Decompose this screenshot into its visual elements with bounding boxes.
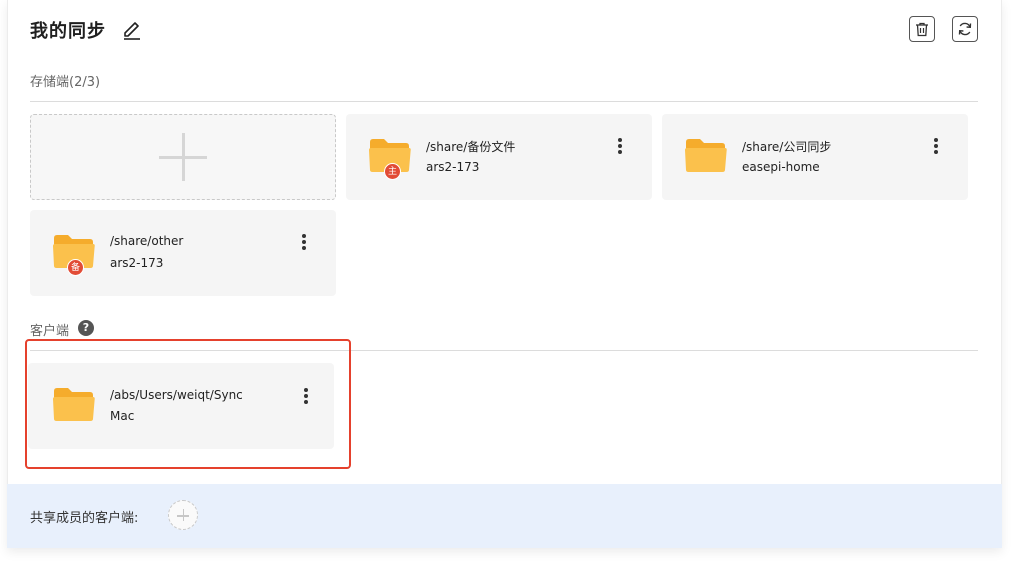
storage-host: easepi-home xyxy=(742,160,820,174)
storage-host: ars2-173 xyxy=(426,160,480,174)
add-shared-client-button[interactable] xyxy=(168,500,198,530)
sync-button[interactable] xyxy=(952,16,978,42)
refresh-icon xyxy=(958,22,972,36)
storage-divider xyxy=(30,101,978,102)
client-section-label: 客户端 xyxy=(30,324,70,339)
storage-card[interactable]: 主 /share/备份文件 ars2-173 xyxy=(346,114,652,200)
storage-path: /share/公司同步 xyxy=(742,140,832,154)
more-options-icon[interactable] xyxy=(930,138,942,156)
pencil-icon[interactable] xyxy=(121,19,143,41)
storage-card[interactable]: /share/公司同步 easepi-home xyxy=(662,114,968,200)
add-storage-button[interactable] xyxy=(30,114,336,200)
more-options-icon[interactable] xyxy=(614,138,626,156)
page-title: 我的同步 xyxy=(30,21,106,42)
more-options-icon[interactable] xyxy=(298,234,310,252)
backup-badge: 备 xyxy=(67,259,84,276)
footer-bar xyxy=(7,484,1002,548)
storage-path: /share/other xyxy=(110,234,184,248)
highlight-box xyxy=(25,339,351,469)
shared-members-label: 共享成员的客户端: xyxy=(30,511,139,526)
storage-section-label: 存储端(2/3) xyxy=(30,75,101,90)
storage-host: ars2-173 xyxy=(110,256,164,270)
storage-card[interactable]: 备 /share/other ars2-173 xyxy=(30,210,336,296)
folder-icon xyxy=(685,139,727,172)
primary-badge: 主 xyxy=(384,163,401,180)
delete-button[interactable] xyxy=(909,16,935,42)
storage-path: /share/备份文件 xyxy=(426,140,516,154)
trash-icon xyxy=(916,22,928,36)
question-icon[interactable]: ? xyxy=(78,320,94,336)
